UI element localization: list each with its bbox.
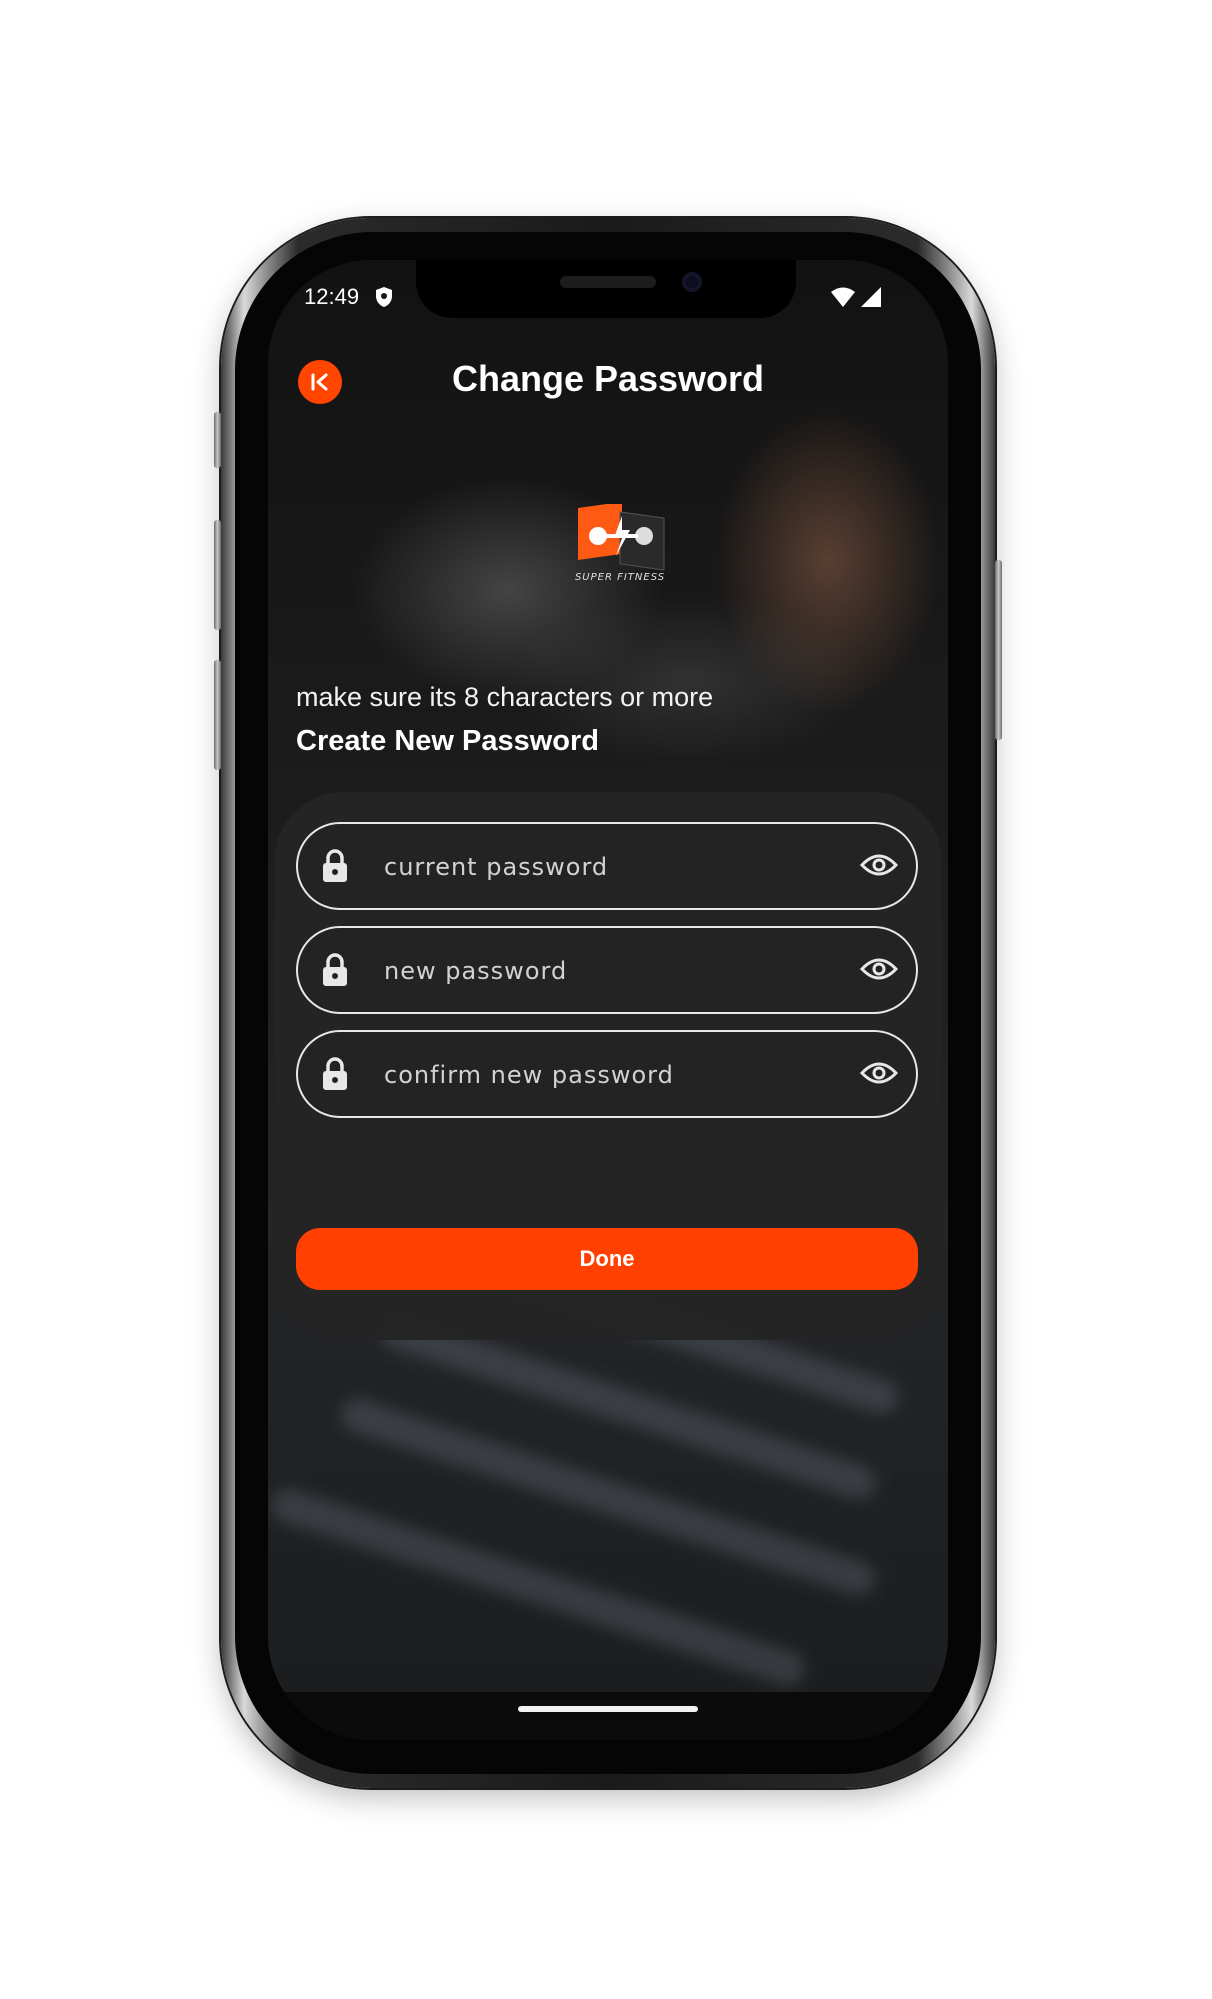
eye-icon[interactable] [860,850,898,880]
super-fitness-logo: SUPER FITNESS [575,504,665,583]
form-heading: Create New Password [296,725,600,757]
confirm-password-field[interactable] [296,1030,918,1118]
shield-icon [376,287,392,307]
status-time: 12:49 [304,284,360,309]
password-form-card: Done [274,792,942,1340]
side-button [214,520,221,630]
page-title: Change Password [451,358,765,399]
notch [416,260,796,318]
speaker [560,276,656,288]
new-password-input[interactable] [382,946,826,996]
camera [682,272,702,292]
navigation-bar [268,1692,948,1740]
home-indicator[interactable] [518,1706,698,1712]
side-button [995,560,1002,740]
wifi-icon [831,287,855,307]
lock-icon [323,953,347,986]
lock-icon [323,849,347,882]
confirm-password-input[interactable] [382,1050,826,1100]
done-button[interactable]: Done [296,1228,918,1290]
side-button [214,660,221,770]
lock-icon [323,1057,347,1090]
app-screen: 12:49 Change Password SUPER FITNESS make… [268,260,948,1740]
current-password-input[interactable] [382,842,826,892]
signal-icon [861,287,881,307]
new-password-field[interactable] [296,926,918,1014]
side-button [214,412,221,468]
eye-icon[interactable] [860,954,898,984]
password-hint: make sure its 8 characters or more [296,682,714,712]
svg-text:SUPER FITNESS: SUPER FITNESS [575,572,665,583]
eye-icon[interactable] [860,1058,898,1088]
current-password-field[interactable] [296,822,918,910]
